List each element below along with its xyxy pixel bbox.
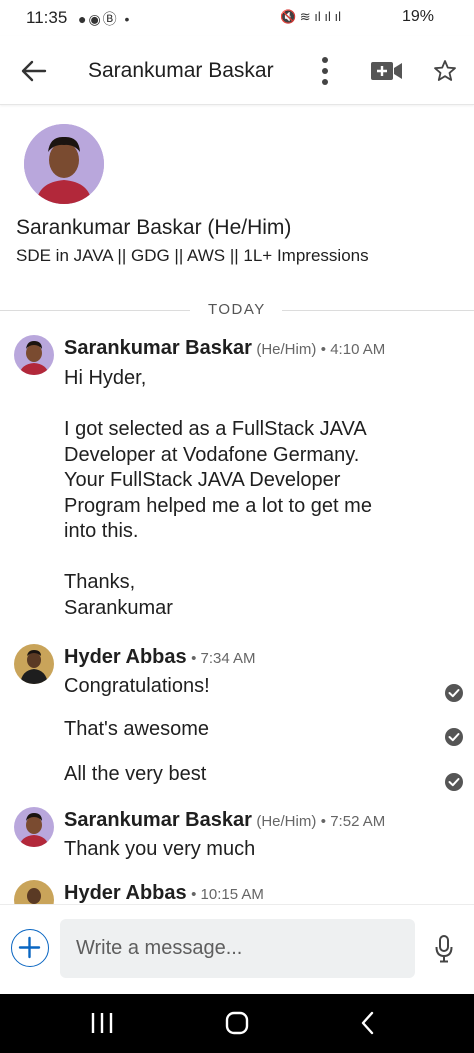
message-time: • 7:52 AM — [320, 813, 386, 830]
message-header: Hyder Abbas • 10:15 AM — [64, 882, 264, 905]
message-text: Thank you very much — [64, 838, 256, 860]
video-call-button[interactable] — [370, 58, 404, 84]
plus-icon — [18, 936, 41, 959]
voice-message-button[interactable] — [434, 934, 454, 964]
add-attachment-button[interactable] — [11, 929, 49, 967]
profile-name[interactable]: Sarankumar Baskar (He/Him) — [16, 216, 291, 240]
back-nav-icon — [361, 1011, 374, 1035]
recent-apps-button[interactable] — [88, 1010, 116, 1041]
checkmark-icon — [445, 773, 463, 791]
status-bar: 11:35 ●◉Ⓑ • 🔇 ≋ ıl ıl ıl 19% — [0, 0, 474, 36]
video-call-icon — [371, 62, 402, 80]
message-text: Congratulations! — [64, 675, 210, 697]
checkmark-icon — [445, 728, 463, 746]
sender-pronoun: (He/Him) — [256, 341, 317, 358]
message-header: Hyder Abbas • 7:34 AM — [64, 646, 256, 669]
status-time: 11:35 — [26, 8, 68, 27]
message-time: • 4:10 AM — [320, 341, 386, 358]
message-time: • 10:15 AM — [191, 886, 264, 903]
message-text: That's awesome — [64, 718, 209, 740]
person-photo — [14, 335, 54, 375]
back-arrow-icon — [21, 60, 47, 82]
battery-level: 19% — [402, 8, 435, 25]
sender-avatar[interactable] — [14, 644, 54, 684]
sender-avatar[interactable] — [14, 807, 54, 847]
message-text: All the very best — [64, 763, 207, 785]
message-input[interactable] — [60, 919, 415, 978]
notification-icons: ●◉Ⓑ • — [78, 11, 132, 27]
profile-avatar[interactable] — [24, 124, 104, 204]
message-header: Sarankumar Baskar (He/Him) • 4:10 AM — [64, 337, 385, 360]
home-button[interactable] — [222, 1008, 252, 1043]
message-header: Sarankumar Baskar (He/Him) • 7:52 AM — [64, 809, 385, 832]
seen-checkmark — [444, 772, 464, 792]
sender-name[interactable]: Sarankumar Baskar — [64, 337, 252, 359]
message-time: • 7:34 AM — [191, 650, 256, 667]
back-button[interactable] — [18, 55, 50, 87]
more-vertical-icon — [322, 57, 328, 85]
checkmark-icon — [445, 684, 463, 702]
divider-line-left — [0, 310, 190, 311]
star-button[interactable] — [432, 58, 458, 84]
system-nav-bar — [0, 994, 474, 1053]
signal-wifi-icons: 🔇 ≋ ıl ıl ıl — [280, 9, 342, 24]
person-photo — [24, 124, 104, 204]
sender-name[interactable]: Hyder Abbas — [64, 646, 187, 668]
seen-checkmark — [444, 683, 464, 703]
recent-apps-icon — [91, 1013, 113, 1033]
sender-pronoun: (He/Him) — [256, 813, 317, 830]
person-photo — [14, 644, 54, 684]
sender-avatar[interactable] — [14, 335, 54, 375]
sender-name[interactable]: Sarankumar Baskar — [64, 809, 252, 831]
message-text: Hi Hyder, I got selected as a FullStack … — [64, 367, 372, 619]
microphone-icon — [435, 935, 453, 963]
more-options-button[interactable] — [318, 54, 332, 88]
back-nav-button[interactable] — [356, 1008, 380, 1043]
star-icon — [434, 60, 456, 81]
sender-name[interactable]: Hyder Abbas — [64, 882, 187, 904]
home-icon — [225, 1011, 249, 1035]
conversation-title[interactable]: Sarankumar Baskar — [88, 59, 274, 83]
profile-headline: SDE in JAVA || GDG || AWS || 1L+ Impress… — [16, 246, 369, 265]
date-divider: TODAY — [208, 301, 266, 318]
person-photo — [14, 807, 54, 847]
divider-line-right — [282, 310, 474, 311]
seen-checkmark — [444, 727, 464, 747]
